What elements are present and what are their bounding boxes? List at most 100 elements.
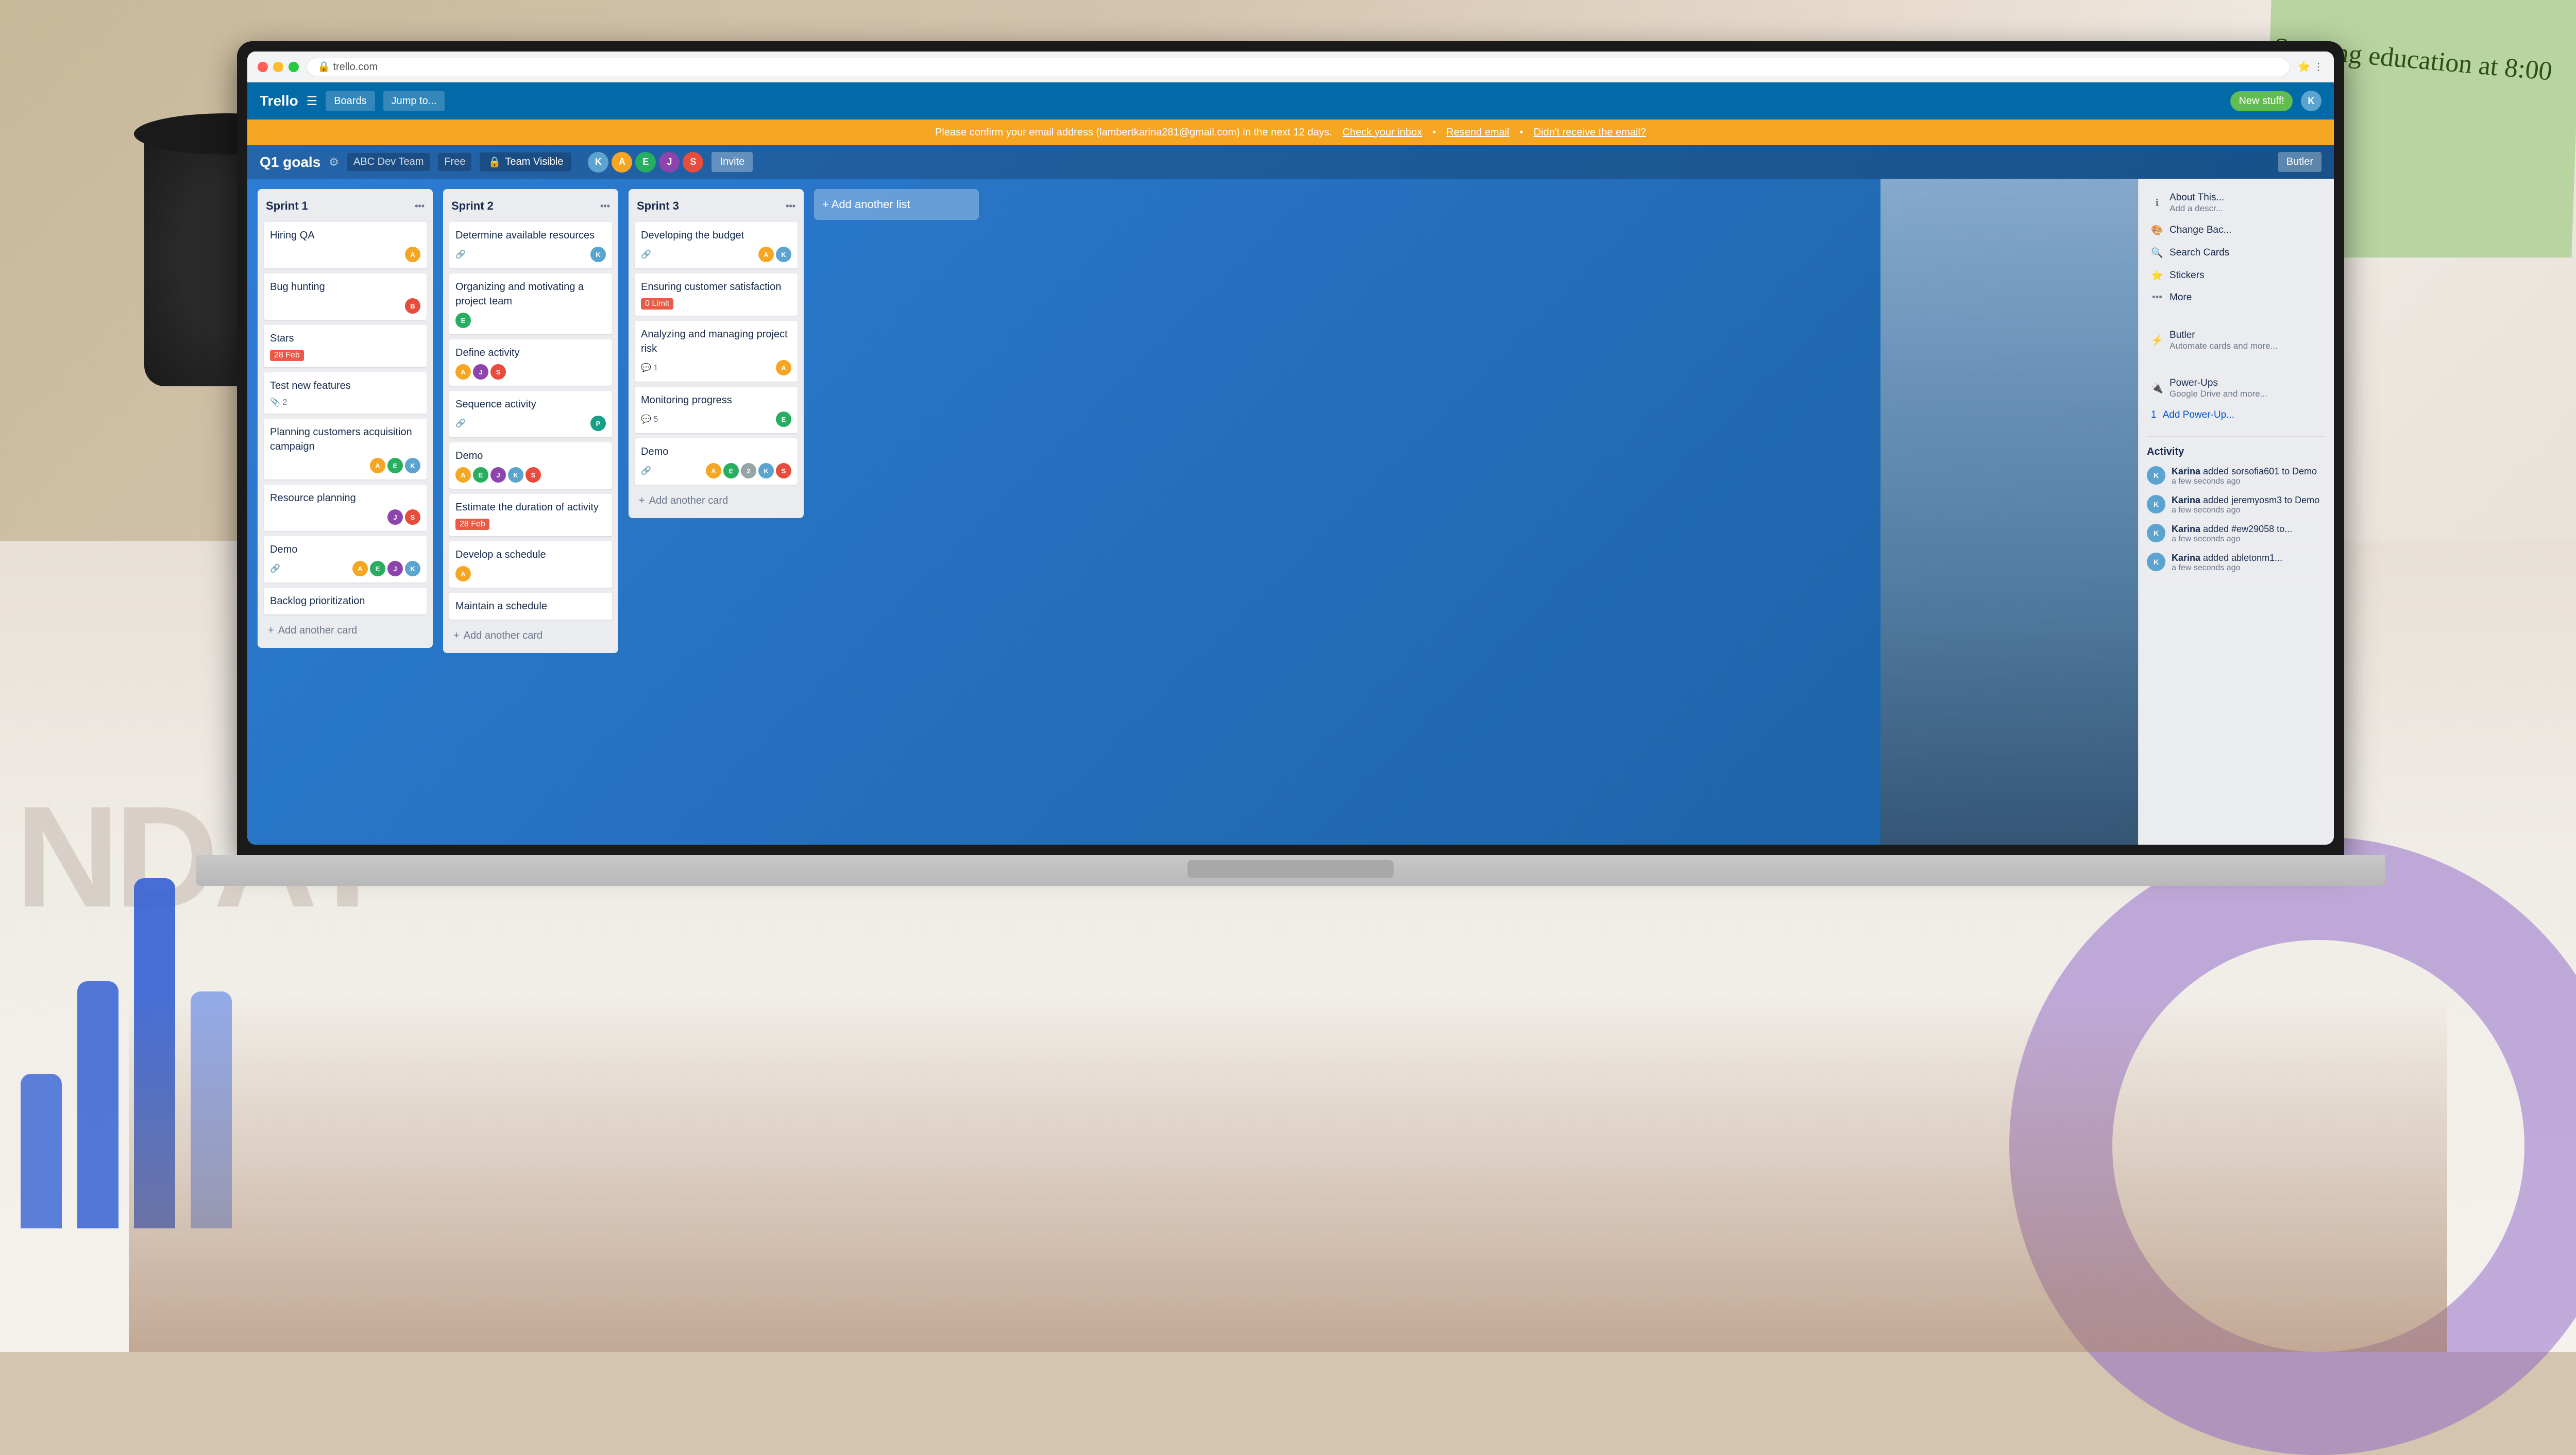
card-hiring-qa[interactable]: Hiring QA A [264, 222, 427, 268]
add-icon: + [453, 630, 460, 642]
activity-title: Activity [2147, 442, 2326, 462]
card-title: Sequence activity [455, 397, 606, 412]
avatar-a: A [405, 247, 420, 262]
card-meta: 💬 5 E [641, 412, 791, 427]
invite-button[interactable]: Invite [711, 152, 753, 172]
card-resource-planning[interactable]: Resource planning J S [264, 485, 427, 531]
member-avatar-a[interactable]: A [612, 152, 632, 173]
attachment-badge: 📎 2 [270, 397, 287, 407]
avatar-j4: J [490, 467, 506, 483]
add-card-sprint2[interactable]: + Add another card [449, 625, 612, 647]
butler-content: Butler Automate cards and more... [2170, 330, 2278, 351]
card-demo-s1[interactable]: Demo 🔗 A E J K [264, 536, 427, 583]
add-card-sprint3[interactable]: + Add another card [635, 490, 798, 512]
laptop-trackpad[interactable] [1188, 860, 1394, 878]
card-define-activity[interactable]: Define activity A J S [449, 339, 612, 386]
card-meta: 🔗 A E J K [270, 561, 420, 576]
browser-dot-yellow[interactable] [273, 62, 283, 72]
card-ensuring-satisfaction[interactable]: Ensuring customer satisfaction 0 Limit [635, 273, 798, 316]
card-maintain-schedule[interactable]: Maintain a schedule [449, 593, 612, 620]
card-avatars: P [590, 416, 606, 431]
member-avatar-j[interactable]: J [659, 152, 680, 173]
card-monitoring-progress[interactable]: Monitoring progress 💬 5 E [635, 387, 798, 433]
list-settings-icon[interactable]: ••• [415, 201, 425, 212]
board-plan[interactable]: Free [438, 153, 471, 171]
user-avatar-nav[interactable]: K [2301, 91, 2321, 111]
sidebar-about[interactable]: ℹ About This... Add a descr... [2147, 187, 2326, 219]
sidebar-about-label: About This... [2170, 192, 2224, 203]
card-meta: E [455, 313, 606, 328]
card-determine-resources[interactable]: Determine available resources 🔗 K [449, 222, 612, 268]
activity-item-3: K Karina added #ew29058 to... a few seco… [2147, 520, 2326, 549]
card-demo-s3[interactable]: Demo 🔗 A E 2 K S [635, 438, 798, 485]
activity-text-2: Karina added jeremyosm3 to Demo a few se… [2172, 495, 2319, 515]
card-meta: A E K [270, 458, 420, 473]
list-settings-icon[interactable]: ••• [600, 201, 610, 212]
sidebar-search-cards[interactable]: 🔍 Search Cards [2147, 242, 2326, 264]
date-badge: 28 Feb [270, 350, 304, 361]
board-title[interactable]: Q1 goals [260, 154, 320, 170]
avatar-p: P [590, 416, 606, 431]
sidebar-about-desc: Add a descr... [2170, 203, 2224, 214]
email-not-received[interactable]: Didn't receive the email? [1534, 127, 1646, 139]
card-meta: 🔗 P [455, 416, 606, 431]
email-check-inbox[interactable]: Check your inbox [1343, 127, 1422, 139]
member-avatar-e[interactable]: E [635, 152, 656, 173]
card-title: Developing the budget [641, 228, 791, 243]
avatar-e3: E [455, 313, 471, 328]
member-avatar-s[interactable]: S [683, 152, 703, 173]
card-developing-budget[interactable]: Developing the budget 🔗 A K [635, 222, 798, 268]
browser-url-bar[interactable]: 🔒 trello.com [307, 58, 2290, 76]
mountain-background [1880, 179, 2138, 845]
browser-dot-green[interactable] [289, 62, 299, 72]
list-settings-icon[interactable]: ••• [786, 201, 795, 212]
board-team[interactable]: ABC Dev Team [347, 153, 430, 171]
card-analyzing-risk[interactable]: Analyzing and managing project risk 💬 1 … [635, 321, 798, 382]
add-card-sprint1[interactable]: + Add another card [264, 620, 427, 642]
avatar-s3: S [526, 467, 541, 483]
card-develop-schedule[interactable]: Develop a schedule A [449, 541, 612, 588]
card-bug-hunting[interactable]: Bug hunting B [264, 273, 427, 320]
browser-dot-red[interactable] [258, 62, 268, 72]
card-avatars: A [455, 566, 471, 581]
sprint2-title: Sprint 2 [451, 199, 494, 213]
sprint2-icons: ••• [600, 201, 610, 212]
sidebar-more[interactable]: ••• More [2147, 287, 2326, 309]
add-powerup-label: Add Power-Up... [2163, 409, 2234, 421]
sidebar-butler[interactable]: ⚡ Butler Automate cards and more... [2147, 324, 2326, 356]
avatar-e: E [387, 458, 403, 473]
activity-time-3: a few seconds ago [2172, 535, 2292, 544]
boards-button[interactable]: Boards [326, 91, 375, 111]
card-demo-s2[interactable]: Demo A E J K S [449, 442, 612, 489]
new-stuff-button[interactable]: New stuff! [2230, 91, 2293, 111]
card-title: Planning customers acquisition campaign [270, 425, 420, 454]
card-title: Develop a schedule [455, 547, 606, 562]
card-stars[interactable]: Stars 28 Feb [264, 325, 427, 367]
sprint3-list: Sprint 3 ••• Developing the budget 🔗 [629, 189, 804, 518]
card-organizing-team[interactable]: Organizing and motivating a project team… [449, 273, 612, 334]
add-list-button[interactable]: + Add another list [814, 189, 979, 220]
sidebar-powerups-section: 🔌 Power-Ups Google Drive and more... 1 A… [2147, 372, 2326, 426]
card-meta: J S [270, 509, 420, 525]
laptop-screen: 🔒 trello.com ⭐ ⋮ ☰ Boards Jump to... New… [247, 52, 2334, 845]
sidebar-change-background[interactable]: 🎨 Change Bac... [2147, 219, 2326, 242]
card-planning-customers[interactable]: Planning customers acquisition campaign … [264, 419, 427, 480]
activity-avatar-3: K [2147, 524, 2165, 542]
card-sequence-activity[interactable]: Sequence activity 🔗 P [449, 391, 612, 437]
card-badges: 28 Feb [270, 350, 304, 361]
email-resend[interactable]: Resend email [1446, 127, 1509, 139]
add-icon: + [268, 625, 274, 637]
sidebar-add-powerup[interactable]: 1 Add Power-Up... [2147, 404, 2326, 426]
card-avatars: A K [758, 247, 791, 262]
trello-logo: Trello [260, 93, 298, 109]
card-backlog[interactable]: Backlog prioritization [264, 588, 427, 614]
jump-to-button[interactable]: Jump to... [383, 91, 445, 111]
member-avatar-k[interactable]: K [588, 152, 608, 173]
sidebar-powerups[interactable]: 🔌 Power-Ups Google Drive and more... [2147, 372, 2326, 404]
card-test-features[interactable]: Test new features 📎 2 [264, 372, 427, 414]
card-estimate-duration[interactable]: Estimate the duration of activity 28 Feb [449, 494, 612, 536]
card-meta: 🔗 A E 2 K S [641, 463, 791, 478]
team-visible-badge[interactable]: 🔒 Team Visible [480, 152, 571, 172]
butler-button[interactable]: Butler [2278, 152, 2321, 172]
sidebar-stickers[interactable]: ⭐ Stickers [2147, 264, 2326, 287]
